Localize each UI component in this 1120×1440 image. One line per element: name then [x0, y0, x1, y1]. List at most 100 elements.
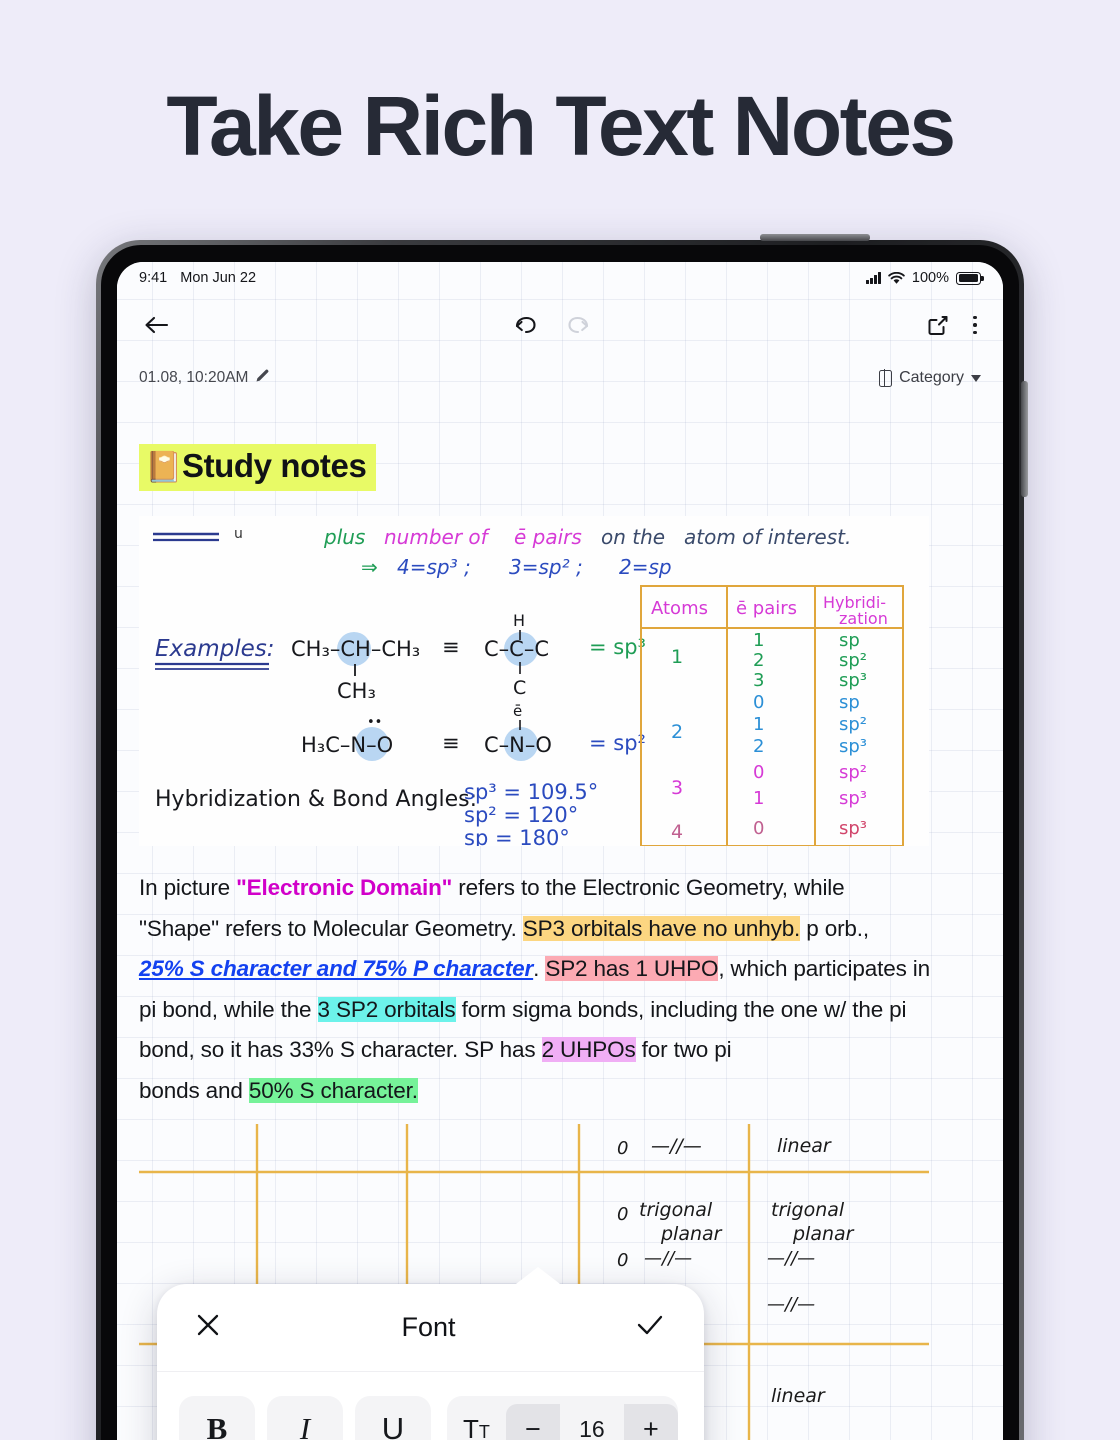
svg-text:linear: linear: [777, 1135, 832, 1157]
body-text-run: for two pi: [635, 1037, 732, 1062]
body-line-6: bonds and 50% S character.: [139, 1071, 959, 1112]
status-bar: 9:41 Mon Jun 22 100%: [117, 262, 1003, 294]
status-date: Mon Jun 22: [180, 270, 257, 286]
svg-text:trigonal: trigonal: [639, 1199, 713, 1221]
svg-text:H₃C–N–O: H₃C–N–O: [301, 733, 393, 757]
body-text-run-link[interactable]: 25% S character and 75% P character: [139, 956, 533, 981]
svg-text:sp: sp: [839, 630, 860, 651]
svg-text:4: 4: [671, 821, 683, 843]
body-text-run: refers to the Electronic Geometry, while: [452, 875, 845, 900]
svg-text:sp²: sp²: [839, 714, 867, 735]
svg-text:linear: linear: [771, 1385, 826, 1407]
svg-text:atom of interest.: atom of interest.: [684, 525, 851, 549]
body-text-run-violet-highlight: 2 UHPOs: [541, 1037, 636, 1062]
back-arrow-icon[interactable]: [133, 302, 179, 348]
body-text-run: pi bond, while the: [139, 996, 318, 1022]
body-text-run: form sigma bonds, including the one w/ t…: [455, 996, 907, 1022]
power-button[interactable]: [760, 234, 870, 241]
svg-text:H: H: [513, 611, 525, 630]
svg-text:sp² = 120°: sp² = 120°: [464, 803, 578, 827]
body-text-run-magenta: "Electronic Domain": [236, 875, 453, 900]
font-size-group: TT − 16 +: [447, 1396, 678, 1440]
svg-text:1: 1: [753, 788, 764, 809]
svg-text:zation: zation: [839, 609, 888, 628]
underline-button[interactable]: U: [355, 1396, 431, 1440]
note-title[interactable]: 📔Study notes: [139, 444, 377, 491]
note-body-text[interactable]: In picture "Electronic Domain" refers to…: [139, 868, 959, 1111]
svg-text:sp = 180°: sp = 180°: [464, 826, 570, 846]
body-text-run: p orb.,: [800, 915, 869, 941]
handwritten-note-image[interactable]: u plus number of ē pairs on the atom of …: [139, 516, 929, 846]
svg-text:sp³: sp³: [839, 788, 867, 809]
svg-text:plus: plus: [323, 525, 365, 549]
italic-button[interactable]: I: [267, 1396, 343, 1440]
svg-text:Atoms: Atoms: [651, 598, 708, 619]
svg-text:—//—: —//—: [767, 1248, 815, 1269]
body-text-run: bonds and: [139, 1077, 249, 1103]
body-text-run: "Shape" refers to Molecular Geometry.: [139, 915, 523, 941]
svg-text:1: 1: [753, 630, 764, 651]
device-screen: 9:41 Mon Jun 22 100% 01.08, 10:20AM Cate…: [117, 262, 1003, 1440]
undo-icon[interactable]: [512, 313, 538, 337]
more-vertical-icon[interactable]: [961, 308, 989, 343]
note-toolbar: [117, 294, 1003, 356]
body-text-run: .: [533, 956, 546, 981]
svg-text:sp³: sp³: [839, 818, 867, 839]
body-text-run-cyan-selection: 3 SP2 orbitals: [317, 996, 456, 1022]
svg-text:planar: planar: [792, 1223, 855, 1245]
volume-button[interactable]: [1021, 381, 1028, 497]
close-icon[interactable]: [193, 1310, 223, 1345]
body-line-5: bond, so it has 33% S character. SP has …: [139, 1030, 959, 1071]
body-text-run: bond, so it has 33% S character. SP has: [139, 1037, 542, 1062]
svg-text:3: 3: [671, 777, 683, 799]
category-icon: [879, 368, 893, 388]
pencil-icon[interactable]: [255, 368, 270, 388]
bold-button[interactable]: B: [179, 1396, 255, 1440]
note-meta-row: 01.08, 10:20AM Category: [117, 356, 1003, 400]
note-timestamp: 01.08, 10:20AM: [139, 369, 249, 386]
font-size-stepper: − 16 +: [505, 1404, 678, 1440]
wifi-icon: [888, 271, 905, 285]
svg-text:—//—: —//—: [767, 1294, 815, 1315]
svg-text:2: 2: [753, 650, 764, 671]
svg-text:on the: on the: [601, 525, 665, 549]
battery-percent-label: 100%: [911, 270, 949, 286]
svg-text:1: 1: [671, 646, 683, 668]
redo-icon: [566, 313, 592, 337]
svg-text:3: 3: [753, 670, 764, 691]
svg-text:⇒: ⇒: [361, 555, 378, 579]
svg-text:trigonal: trigonal: [771, 1199, 845, 1221]
increase-font-size-button[interactable]: +: [623, 1404, 678, 1440]
svg-text:sp: sp: [839, 692, 860, 713]
category-selector[interactable]: Category: [879, 368, 981, 388]
check-icon[interactable]: [634, 1310, 666, 1345]
svg-text:C: C: [513, 677, 526, 699]
svg-text:sp³: sp³: [839, 736, 867, 757]
svg-text:number of: number of: [384, 525, 491, 549]
svg-text:—//—: —//—: [644, 1248, 692, 1269]
svg-text:2=sp: 2=sp: [619, 555, 672, 579]
body-text-run-pink-highlight: SP2 has 1 UHPO: [545, 956, 719, 981]
body-line-1: In picture "Electronic Domain" refers to…: [139, 868, 959, 909]
notebook-emoji: 📔: [145, 451, 182, 484]
body-text-run: In picture: [139, 875, 237, 900]
svg-text:0: 0: [753, 762, 764, 783]
svg-text:CH₃–CH–CH₃: CH₃–CH–CH₃: [291, 637, 420, 661]
svg-text:0: 0: [617, 1250, 628, 1271]
chevron-down-icon: [971, 374, 981, 382]
status-time: 9:41: [139, 270, 168, 286]
share-icon[interactable]: [925, 312, 951, 338]
tablet-device: 9:41 Mon Jun 22 100% 01.08, 10:20AM Cate…: [96, 240, 1024, 1440]
category-label: Category: [899, 369, 964, 386]
decrease-font-size-button[interactable]: −: [505, 1404, 560, 1440]
body-text-run-green-highlight: 50% S character.: [248, 1077, 418, 1103]
svg-text:sp²: sp²: [839, 762, 867, 783]
body-line-2: "Shape" refers to Molecular Geometry. SP…: [139, 909, 959, 950]
font-size-value: 16: [559, 1404, 624, 1440]
svg-text:—//—: —//—: [651, 1135, 702, 1157]
device-bezel: 9:41 Mon Jun 22 100% 01.08, 10:20AM Cate…: [101, 245, 1019, 1440]
cellular-signal-icon: [866, 272, 881, 284]
body-text-run: , which participates in: [718, 956, 930, 981]
svg-text:ē pairs: ē pairs: [736, 598, 797, 619]
svg-text:planar: planar: [660, 1223, 723, 1245]
